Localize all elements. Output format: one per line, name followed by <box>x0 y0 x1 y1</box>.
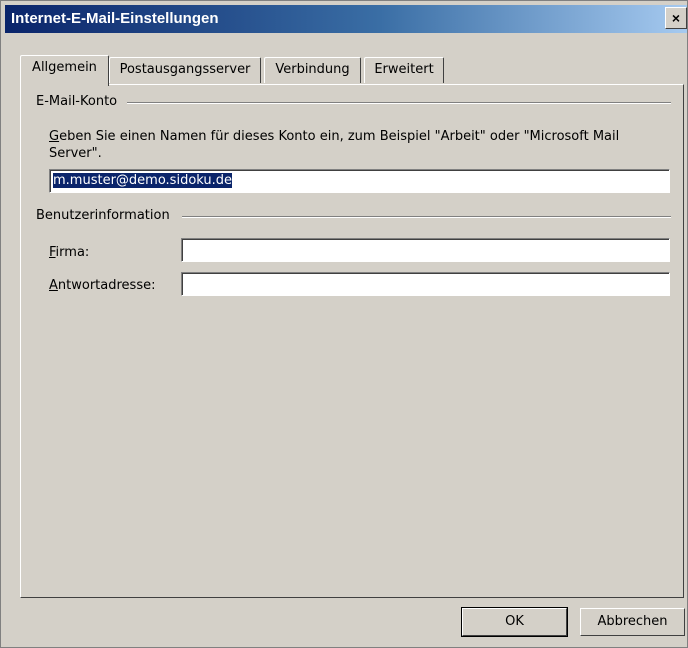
description-text: eben Sie einen Namen für dieses Konto ei… <box>49 129 620 161</box>
reply-address-input[interactable] <box>181 272 670 296</box>
account-name-input[interactable]: m.muster@demo.sidoku.de <box>49 169 670 193</box>
reply-address-label: Antwortadresse: <box>49 278 155 293</box>
description-mnemonic: G <box>49 129 60 144</box>
close-icon: × <box>671 10 681 26</box>
group-separator <box>127 102 671 104</box>
tab-erweitert[interactable]: Erweitert <box>364 57 444 83</box>
cancel-button[interactable]: Abbrechen <box>580 608 685 636</box>
reply-mnemonic: A <box>49 278 58 293</box>
company-input[interactable] <box>181 238 670 262</box>
group-label-email-account: E-Mail-Konto <box>36 94 118 109</box>
title-bar[interactable]: Internet-E-Mail-Einstellungen × <box>5 5 687 33</box>
account-name-value: m.muster@demo.sidoku.de <box>53 173 233 188</box>
company-label-text: irma: <box>55 245 90 260</box>
tab-verbindung[interactable]: Verbindung <box>264 57 361 83</box>
account-description: Geben Sie einen Namen für dieses Konto e… <box>49 128 669 162</box>
reply-label-text: ntwortadresse: <box>57 278 156 293</box>
window-title: Internet-E-Mail-Einstellungen <box>11 10 219 27</box>
tab-allgemein[interactable]: Allgemein <box>20 55 109 86</box>
group-label-user-info: Benutzerinformation <box>36 208 170 223</box>
close-button[interactable]: × <box>665 7 687 29</box>
tab-postausgangsserver[interactable]: Postausgangsserver <box>109 57 261 83</box>
dialog-window: Internet-E-Mail-Einstellungen × Allgemei… <box>0 0 688 648</box>
group-separator <box>182 216 671 218</box>
ok-button[interactable]: OK <box>461 607 568 637</box>
company-label: Firma: <box>49 245 89 260</box>
